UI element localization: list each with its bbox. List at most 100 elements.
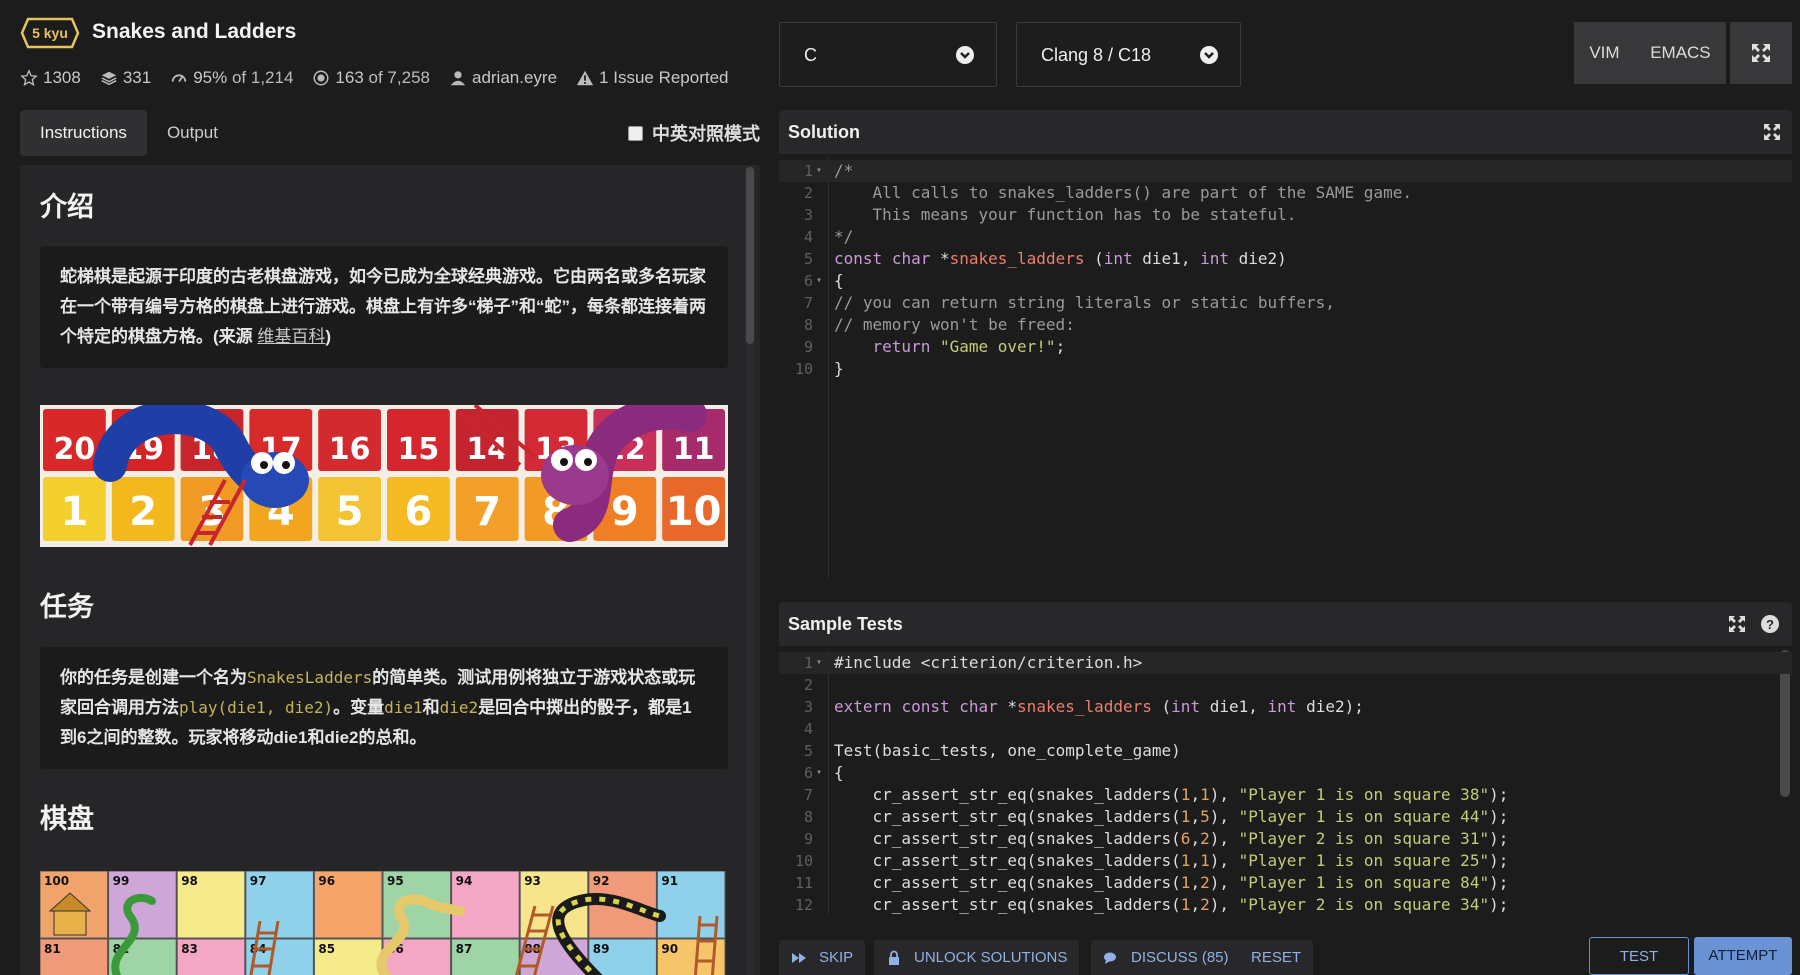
sample-tests-editor[interactable]: 1 ▾ #include <criterion/criterion.h> 2 3 exte… bbox=[779, 650, 1792, 914]
bilingual-toggle[interactable]: 中英对照模式 bbox=[628, 120, 760, 146]
wikipedia-link[interactable]: 维基百科 bbox=[257, 327, 325, 346]
language-value: C bbox=[804, 45, 817, 65]
code-line[interactable]: 6 ▾ { bbox=[779, 270, 1792, 292]
solution-editor[interactable]: 1 ▾/* 2 All calls to snakes_ladders() are … bbox=[779, 158, 1792, 578]
code-line[interactable]: 12 cr_assert_str_eq(snakes_ladders(1,2),… bbox=[779, 894, 1792, 914]
tab-output[interactable]: Output bbox=[147, 110, 238, 156]
vim-mode-button[interactable]: VIM bbox=[1589, 43, 1619, 63]
collections-stat[interactable]: 331 bbox=[100, 68, 151, 88]
fold-toggle-icon[interactable]: ▾ bbox=[816, 762, 822, 784]
reset-label: RESET bbox=[1251, 949, 1302, 966]
code-line[interactable]: 9 cr_assert_str_eq(snakes_ladders(6,2), … bbox=[779, 828, 1792, 850]
stars-count: 1308 bbox=[43, 68, 81, 87]
scrollbar-thumb[interactable] bbox=[746, 167, 754, 344]
intro-card: 蛇梯棋是起源于印度的古老棋盘游戏，如今已成为全球经典游戏。它由两名或多名玩家在一… bbox=[40, 246, 728, 368]
instructions-scrollbar[interactable] bbox=[745, 165, 755, 975]
task-text-4: 和 bbox=[422, 698, 440, 717]
code-text: All calls to snakes_ladders() are part o… bbox=[834, 183, 1412, 202]
banner-square-number: 9 bbox=[611, 489, 639, 535]
board-square-number: 93 bbox=[524, 874, 541, 888]
code-line[interactable]: 10} bbox=[779, 358, 1792, 380]
code-line[interactable]: 5 const char *snakes_ladders (int die1, i… bbox=[779, 248, 1792, 270]
task-heading: 任务 bbox=[40, 592, 94, 622]
code-line[interactable]: 1 ▾ #include <criterion/criterion.h> bbox=[779, 652, 1792, 674]
task-code-die2: die2 bbox=[439, 698, 479, 717]
rank-label: 5 kyu bbox=[32, 25, 68, 41]
task-text-1: 你的任务是创建一个名为 bbox=[60, 668, 247, 687]
code-line[interactable]: 5 Test(basic_tests, one_complete_game) bbox=[779, 740, 1792, 762]
kata-stats: 1308 331 95% of 1,214 163 of 7,258 adria… bbox=[20, 68, 748, 88]
discuss-button[interactable]: DISCUSS (85) bbox=[1091, 940, 1241, 975]
bilingual-checkbox[interactable] bbox=[628, 125, 643, 141]
fullscreen-button[interactable] bbox=[1730, 22, 1792, 84]
code-text: cr_assert_str_eq(snakes_ladders(6,2), "P… bbox=[872, 829, 1509, 848]
code-line[interactable]: 9 return "Game over!"; bbox=[779, 336, 1792, 358]
code-line[interactable]: 11 cr_assert_str_eq(snakes_ladders(1,2),… bbox=[779, 872, 1792, 894]
user-icon bbox=[449, 69, 467, 87]
intro-heading: 介绍 bbox=[40, 192, 94, 222]
unlock-solutions-button[interactable]: UNLOCK SOLUTIONS bbox=[874, 940, 1080, 975]
board-square-number: 92 bbox=[593, 874, 610, 888]
line-number: 3 bbox=[803, 206, 813, 224]
banner-square-number: 3 bbox=[198, 489, 226, 535]
attempt-button[interactable]: ATTEMPT bbox=[1694, 937, 1792, 975]
comments-icon bbox=[1103, 950, 1119, 966]
version-select[interactable]: Clang 8 / C18 bbox=[1016, 22, 1241, 87]
line-number: 4 bbox=[803, 720, 813, 738]
satisfaction-percent: 95% bbox=[193, 68, 228, 87]
kata-title[interactable]: Snakes and Ladders bbox=[92, 20, 296, 44]
solution-header: Solution bbox=[779, 110, 1792, 154]
emacs-mode-button[interactable]: EMACS bbox=[1650, 43, 1710, 63]
banner-square-number: 16 bbox=[329, 432, 371, 467]
rank-badge: 5 kyu bbox=[20, 17, 80, 49]
code-line[interactable]: 4 */ bbox=[779, 226, 1792, 248]
code-line[interactable]: 4 bbox=[779, 718, 1792, 740]
tab-instructions[interactable]: Instructions bbox=[20, 110, 147, 156]
fold-toggle-icon[interactable]: ▾ bbox=[816, 270, 822, 292]
fast-forward-icon bbox=[791, 950, 807, 966]
test-button[interactable]: TEST bbox=[1589, 937, 1689, 975]
code-line[interactable]: 8 cr_assert_str_eq(snakes_ladders(1,5), … bbox=[779, 806, 1792, 828]
bilingual-label: 中英对照模式 bbox=[652, 124, 760, 144]
code-line[interactable]: 6 ▾ { bbox=[779, 762, 1792, 784]
chevron-down-icon bbox=[1200, 46, 1218, 64]
line-number: 7 bbox=[803, 294, 813, 312]
issues-stat[interactable]: 1 Issue Reported bbox=[576, 68, 729, 88]
task-code-classname: SnakesLadders bbox=[247, 668, 373, 687]
task-card: 你的任务是创建一个名为SnakesLadders的简单类。测试用例将独立于游戏状… bbox=[40, 647, 728, 769]
reset-button[interactable]: RESET bbox=[1239, 940, 1314, 975]
board-square-number: 83 bbox=[181, 942, 198, 956]
code-line[interactable]: 10 cr_assert_str_eq(snakes_ladders(1,1),… bbox=[779, 850, 1792, 872]
language-select[interactable]: C bbox=[779, 22, 997, 87]
code-line[interactable]: 2 All calls to snakes_ladders() are part… bbox=[779, 182, 1792, 204]
snakes-ladders-banner-image: 2011921831741651561471381291110 bbox=[40, 405, 728, 547]
banner-square-number: 7 bbox=[473, 489, 501, 535]
code-line[interactable]: 7 cr_assert_str_eq(snakes_ladders(1,1), … bbox=[779, 784, 1792, 806]
code-line[interactable]: 3 This means your function has to be sta… bbox=[779, 204, 1792, 226]
code-text: // you can return string literals or sta… bbox=[834, 293, 1335, 312]
code-line[interactable]: 3 extern const char *snakes_ladders (int … bbox=[779, 696, 1792, 718]
fold-toggle-icon[interactable]: ▾ bbox=[816, 652, 822, 674]
code-line[interactable]: 2 bbox=[779, 674, 1792, 696]
author-name: adrian.eyre bbox=[471, 68, 558, 87]
task-text-3: 。变量 bbox=[333, 698, 385, 717]
layers-icon bbox=[100, 69, 118, 87]
stars-stat[interactable]: 1308 bbox=[20, 68, 81, 88]
satisfaction-stat: 95% of 1,214 bbox=[170, 68, 293, 88]
line-number: 5 bbox=[803, 250, 813, 268]
banner-square-number: 11 bbox=[673, 432, 715, 467]
code-line[interactable]: 7 // you can return string literals or st… bbox=[779, 292, 1792, 314]
author-stat[interactable]: adrian.eyre bbox=[449, 68, 557, 88]
help-icon[interactable]: ? bbox=[1760, 614, 1780, 634]
expand-icon[interactable] bbox=[1727, 614, 1747, 634]
skip-button[interactable]: SKIP bbox=[779, 940, 866, 975]
board-square-number: 98 bbox=[181, 874, 198, 888]
board-square-number: 97 bbox=[250, 874, 267, 888]
code-line[interactable]: 1 ▾ /* bbox=[779, 160, 1792, 182]
code-line[interactable]: 8 // memory won't be freed: bbox=[779, 314, 1792, 336]
expand-icon[interactable] bbox=[1762, 122, 1782, 142]
fold-toggle-icon[interactable]: ▾ bbox=[816, 160, 822, 182]
line-number: 8 bbox=[803, 808, 813, 826]
svg-text:?: ? bbox=[1766, 617, 1774, 632]
line-number: 6 bbox=[803, 764, 813, 782]
